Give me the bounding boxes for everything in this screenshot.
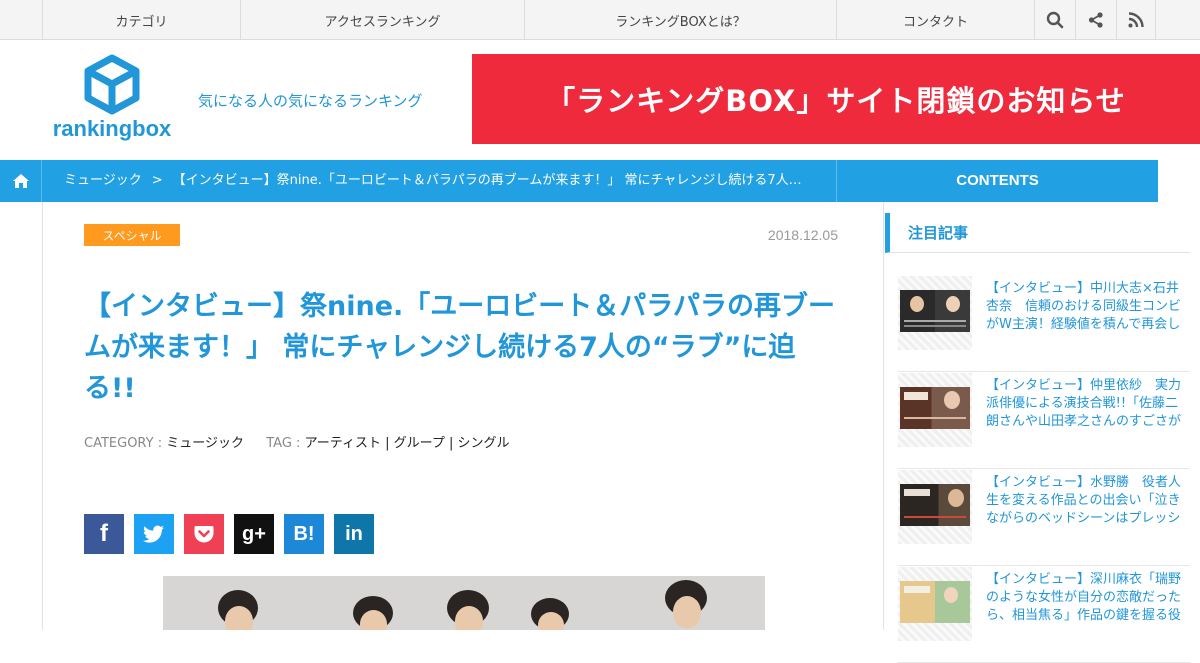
sidebar-article-item[interactable]: 【インタビュー】深川麻衣「瑞野のような女性が自分の恋敵だったら、相当焦る」作品の…: [898, 567, 1190, 663]
sidebar-article-title: 【インタビュー】深川麻衣「瑞野のような女性が自分の恋敵だったら、相当焦る」作品の…: [986, 572, 1182, 623]
nav-label: コンタクト: [902, 14, 968, 30]
home-button[interactable]: [0, 160, 42, 202]
contents-tab[interactable]: CONTENTS: [836, 160, 1158, 202]
article-date: 2018.12.05: [767, 227, 838, 243]
top-nav: カテゴリ アクセスランキング ランキングBOXとは？ コンタクト: [0, 0, 1200, 40]
article-meta: CATEGORY : ミュージック TAG : アーティスト | グループ | …: [84, 432, 510, 451]
search-button[interactable]: [1034, 0, 1074, 40]
search-icon: [1046, 11, 1063, 29]
facebook-icon: f: [100, 520, 108, 547]
article-hero-photo: [163, 576, 765, 630]
sidebar-title: 注目記事: [885, 213, 1190, 253]
member-face: [455, 606, 483, 630]
share-icon: [1088, 12, 1103, 28]
home-icon: [12, 174, 29, 188]
content-divider-left: [42, 202, 43, 630]
category-label: CATEGORY :: [84, 436, 163, 451]
google-plus-icon: g+: [242, 522, 266, 545]
nav-item-category[interactable]: カテゴリ: [42, 0, 240, 40]
article-thumbnail: [900, 581, 970, 623]
box-logo-icon: [84, 54, 140, 115]
linkedin-icon: in: [345, 522, 363, 545]
twitter-icon: [143, 525, 164, 543]
category-link[interactable]: ミュージック: [166, 436, 244, 451]
hatena-icon: B!: [293, 522, 315, 545]
nav-item-contact[interactable]: コンタクト: [836, 0, 1034, 40]
article-thumbnail: [900, 290, 970, 332]
share-button[interactable]: [1075, 0, 1115, 40]
tag-label: TAG :: [266, 436, 301, 451]
site-header: rankingbox 気になる人の気になるランキング 「ランキングBOX」サイト…: [0, 40, 1200, 160]
member-face: [225, 606, 253, 630]
nav-item-access-ranking[interactable]: アクセスランキング: [240, 0, 524, 40]
rss-icon: [1128, 12, 1144, 28]
sidebar-article-item[interactable]: 【インタビュー】中川大志×石井杏奈 信頼のおける同級生コンビがW主演！経験値を積…: [898, 276, 1190, 372]
breadcrumb-bar: ミュージック > 【インタビュー】祭nine.「ユーロビート＆パラパラの再ブームが来…: [0, 160, 1158, 202]
tag-links[interactable]: アーティスト | グループ | シングル: [305, 436, 510, 451]
breadcrumb-category[interactable]: ミュージック: [64, 173, 142, 188]
category-badge[interactable]: スペシャル: [84, 224, 180, 246]
nav-label: アクセスランキング: [324, 14, 441, 30]
sidebar-article-title: 【インタビュー】水野勝 役者人生を変える作品との出会い「泣きながらのベッドシーン…: [986, 475, 1182, 526]
member-face: [673, 596, 701, 628]
sidebar-article-title: 【インタビュー】仲里依紗 実力派俳優による演技合戦!!「佐藤二朗さんや山田孝之さ…: [986, 378, 1182, 429]
pocket-share-button[interactable]: [184, 514, 224, 554]
closure-notice-banner[interactable]: 「ランキングBOX」サイト閉鎖のお知らせ: [472, 54, 1200, 144]
breadcrumb-separator: >: [151, 173, 163, 188]
nav-label: カテゴリ: [115, 14, 168, 30]
sidebar-article-item[interactable]: 【インタビュー】仲里依紗 実力派俳優による演技合戦!!「佐藤二朗さんや山田孝之さ…: [898, 373, 1190, 469]
site-logo[interactable]: rankingbox: [44, 54, 180, 150]
twitter-share-button[interactable]: [134, 514, 174, 554]
hatena-share-button[interactable]: B!: [284, 514, 324, 554]
site-tagline: 気になる人の気になるランキング: [198, 92, 423, 110]
logo-text: rankingbox: [52, 116, 172, 141]
nav-item-about[interactable]: ランキングBOXとは？: [524, 0, 836, 40]
pocket-icon: [194, 526, 214, 543]
article-title: 【インタビュー】祭nine.「ユーロビート＆パラパラの再ブームが来ます！」 常に…: [84, 291, 835, 404]
sidebar-article-item[interactable]: 【インタビュー】水野勝 役者人生を変える作品との出会い「泣きながらのベッドシーン…: [898, 470, 1190, 566]
article-thumbnail: [900, 387, 970, 429]
google-plus-share-button[interactable]: g+: [234, 514, 274, 554]
breadcrumb-current: 【インタビュー】祭nine.「ユーロビート＆パラパラの再ブームが来ます！」 常に…: [172, 173, 802, 188]
linkedin-share-button[interactable]: in: [334, 514, 374, 554]
member-face: [360, 610, 387, 630]
breadcrumb: ミュージック > 【インタビュー】祭nine.「ユーロビート＆パラパラの再ブームが来…: [64, 160, 804, 202]
nav-label: ランキングBOXとは？: [615, 14, 746, 30]
rss-button[interactable]: [1116, 0, 1156, 40]
sidebar-article-title: 【インタビュー】中川大志×石井杏奈 信頼のおける同級生コンビがW主演！経験値を積…: [986, 281, 1182, 332]
article-thumbnail: [900, 484, 970, 526]
facebook-share-button[interactable]: f: [84, 514, 124, 554]
content-divider-right: [883, 202, 884, 630]
